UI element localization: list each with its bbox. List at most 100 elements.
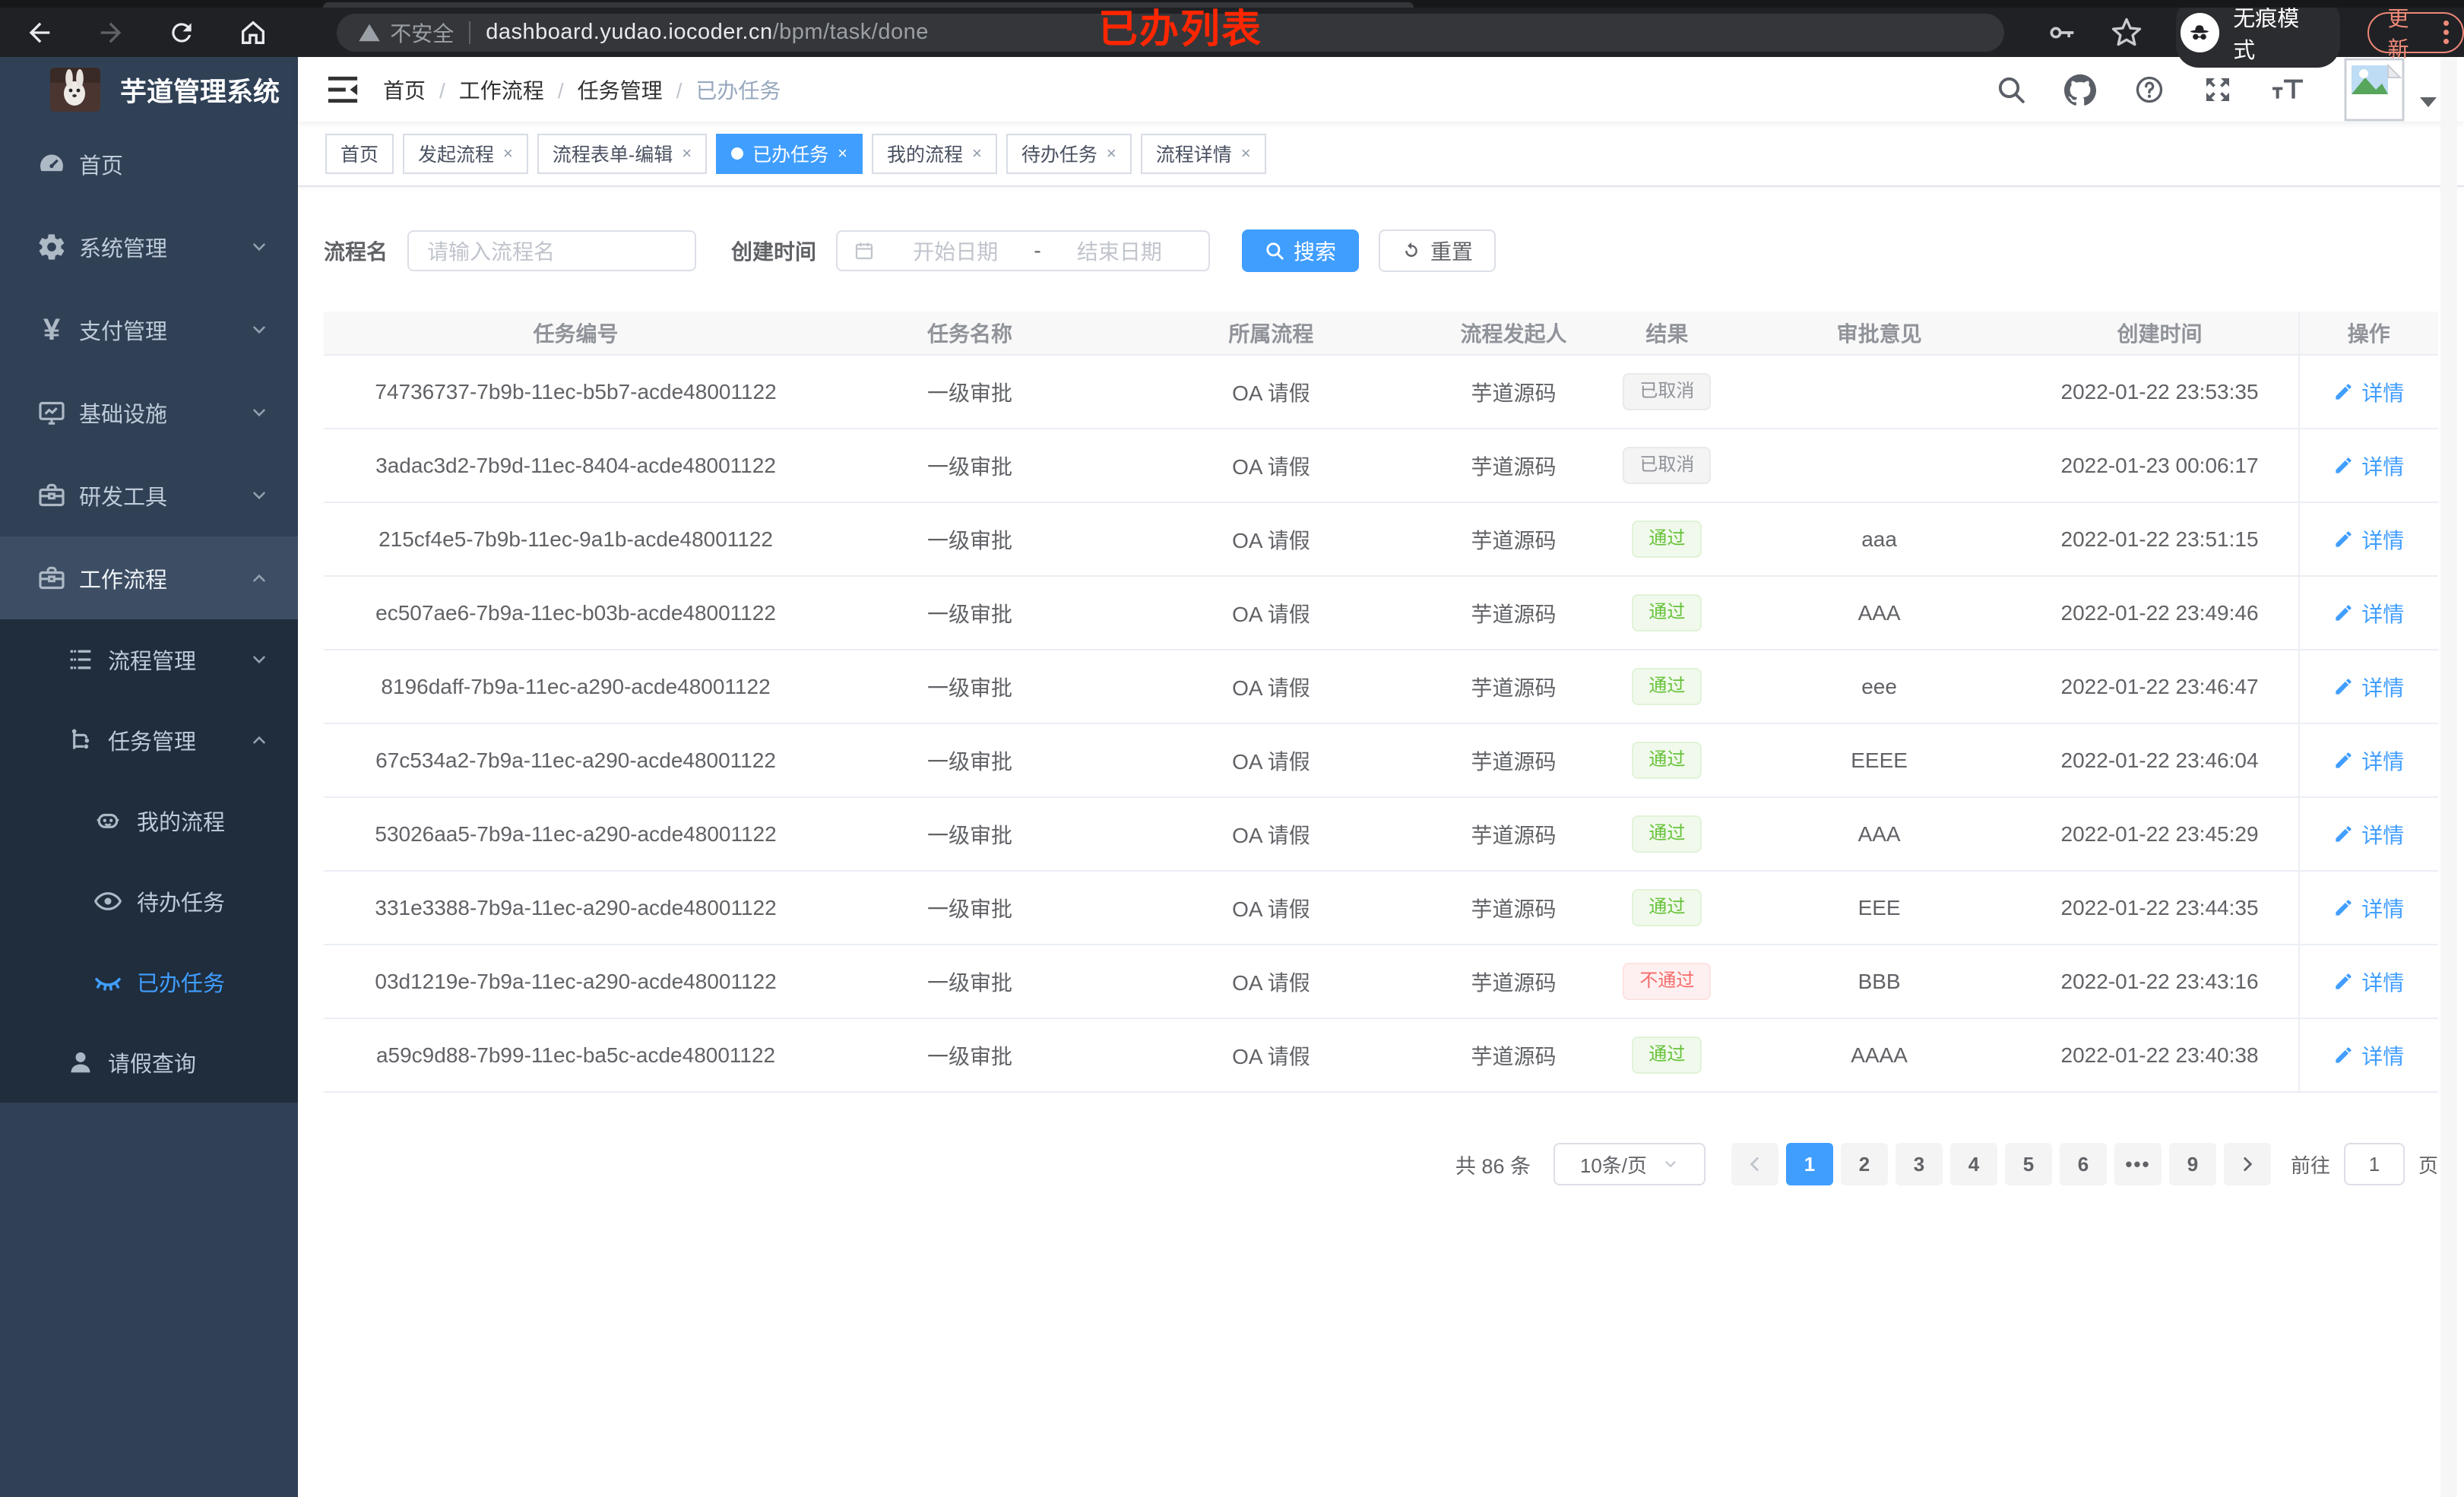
incognito-badge: 无痕模式 <box>2175 0 2341 68</box>
goto-page-input[interactable]: 1 <box>2343 1143 2405 1185</box>
update-button[interactable]: 更新 <box>2367 7 2464 61</box>
person-icon <box>65 1047 96 1078</box>
key-icon[interactable] <box>2047 17 2077 48</box>
result-badge: 已取消 <box>1623 373 1712 410</box>
detail-link[interactable]: 详情 <box>2333 524 2404 555</box>
sidebar-item-payment[interactable]: ¥ 支付管理 <box>0 288 298 371</box>
page-scrollbar[interactable] <box>2440 57 2457 1497</box>
sidebar-item-system[interactable]: 系统管理 <box>0 205 298 288</box>
breadcrumb-home[interactable]: 首页 <box>383 74 426 105</box>
table-body: 74736737-7b9b-11ec-b5b7-acde48001122 一级审… <box>324 356 2438 1093</box>
page-number-button[interactable]: 9 <box>2168 1143 2216 1185</box>
tab-home[interactable]: 首页 <box>325 133 394 174</box>
close-icon[interactable]: × <box>1241 145 1251 162</box>
detail-link[interactable]: 详情 <box>2333 967 2404 997</box>
update-label: 更新 <box>2387 6 2409 61</box>
cell-result: 通过 <box>1597 668 1737 705</box>
detail-link[interactable]: 详情 <box>2333 451 2404 481</box>
cell-result: 通过 <box>1597 1037 1737 1074</box>
font-size-icon[interactable] <box>2271 74 2304 105</box>
detail-link[interactable]: 详情 <box>2333 598 2404 628</box>
result-badge: 已取消 <box>1623 447 1712 484</box>
sidebar-item-my-process[interactable]: 我的流程 <box>0 780 298 861</box>
close-icon[interactable]: × <box>1107 145 1116 162</box>
address-separator <box>469 21 471 44</box>
tab-start-process[interactable]: 发起流程 × <box>403 133 528 174</box>
sidebar-item-task-mgmt[interactable]: 任务管理 <box>0 700 298 780</box>
detail-label: 详情 <box>2361 749 2405 774</box>
bookmark-star-icon[interactable] <box>2111 17 2143 49</box>
sidebar-item-process-mgmt[interactable]: 流程管理 <box>0 619 298 700</box>
sidebar-logo-row: 芋道管理系统 <box>0 57 298 122</box>
sidebar-item-done-tasks[interactable]: 已办任务 <box>0 942 298 1022</box>
browser-back-icon[interactable] <box>15 11 64 54</box>
avatar-dropdown-caret-icon[interactable] <box>2420 97 2437 107</box>
browser-menu-icon[interactable] <box>2443 21 2449 44</box>
browser-home-icon[interactable] <box>229 11 277 54</box>
sidebar-item-todo-tasks[interactable]: 待办任务 <box>0 861 298 942</box>
detail-link[interactable]: 详情 <box>2333 377 2404 407</box>
search-button[interactable]: 搜索 <box>1242 229 1360 272</box>
detail-link[interactable]: 详情 <box>2333 893 2404 923</box>
sidebar-item-devtools[interactable]: 研发工具 <box>0 454 298 536</box>
date-range-picker[interactable]: 开始日期 - 结束日期 <box>836 230 1211 271</box>
prev-page-button[interactable] <box>1731 1143 1778 1185</box>
col-result: 结果 <box>1645 322 1689 346</box>
page-number-button[interactable]: 2 <box>1840 1143 1888 1185</box>
tab-todo-tasks[interactable]: 待办任务 × <box>1006 133 1132 174</box>
next-page-button[interactable] <box>2223 1143 2271 1185</box>
cell-create-time: 2022-01-22 23:46:04 <box>2060 748 2259 772</box>
breadcrumb-workflow[interactable]: 工作流程 <box>426 74 544 105</box>
sidebar-collapse-icon[interactable] <box>325 74 360 106</box>
cell-starter: 芋道源码 <box>1471 454 1557 479</box>
tab-form-edit[interactable]: 流程表单-编辑 × <box>537 133 708 174</box>
github-icon[interactable] <box>2064 74 2096 106</box>
chevron-up-icon <box>249 730 269 750</box>
tab-process-detail[interactable]: 流程详情 × <box>1140 133 1266 174</box>
eye-closed-icon <box>93 967 123 997</box>
sidebar-item-workflow[interactable]: 工作流程 <box>0 536 298 619</box>
start-date-placeholder: 开始日期 <box>913 240 999 264</box>
page-number-button[interactable]: 5 <box>2004 1143 2052 1185</box>
tab-my-process[interactable]: 我的流程 × <box>871 133 997 174</box>
cell-task-name: 一级审批 <box>927 602 1013 626</box>
cell-create-time: 2022-01-22 23:46:47 <box>2060 674 2259 698</box>
page-number-button[interactable]: 1 <box>1785 1143 1833 1185</box>
close-icon[interactable]: × <box>838 145 847 162</box>
page-number-button[interactable]: ••• <box>2114 1143 2162 1185</box>
detail-link[interactable]: 详情 <box>2333 745 2404 776</box>
detail-link[interactable]: 详情 <box>2333 1040 2404 1071</box>
chevron-down-icon <box>249 650 269 669</box>
page-size-select[interactable]: 10条/页 <box>1553 1143 1705 1185</box>
detail-label: 详情 <box>2361 454 2405 479</box>
cell-process: OA 请假 <box>1232 749 1310 774</box>
close-icon[interactable]: × <box>972 145 982 162</box>
close-icon[interactable]: × <box>682 145 692 162</box>
page-number-button[interactable]: 3 <box>1895 1143 1943 1185</box>
page-number-button[interactable]: 6 <box>2059 1143 2107 1185</box>
cell-starter: 芋道源码 <box>1471 602 1557 626</box>
cell-starter: 芋道源码 <box>1471 676 1557 700</box>
cell-task-id: 67c534a2-7b9a-11ec-a290-acde48001122 <box>375 748 776 772</box>
goto-label: 前往 <box>2290 1154 2330 1177</box>
detail-link[interactable]: 详情 <box>2333 672 2404 702</box>
tab-done-tasks[interactable]: 已办任务 × <box>716 133 863 174</box>
sidebar-item-home[interactable]: 首页 <box>0 122 298 205</box>
breadcrumb-task-mgmt[interactable]: 任务管理 <box>544 74 663 105</box>
reset-button[interactable]: 重置 <box>1379 229 1496 272</box>
sidebar-item-infra[interactable]: 基础设施 <box>0 371 298 454</box>
detail-link[interactable]: 详情 <box>2333 819 2404 850</box>
process-name-input[interactable]: 请输入流程名 <box>407 230 697 271</box>
fullscreen-icon[interactable] <box>2203 74 2233 105</box>
cell-starter: 芋道源码 <box>1471 749 1557 774</box>
cell-actions: 详情 <box>2298 945 2438 1018</box>
pagination: 共 86 条 10条/页 1 2 3 4 5 6 ••• 9 前往 1 页 <box>324 1143 2438 1185</box>
sidebar-item-leave-query[interactable]: 请假查询 <box>0 1022 298 1103</box>
cell-actions: 详情 <box>2298 577 2438 649</box>
search-icon[interactable] <box>1996 74 2026 105</box>
browser-forward-icon[interactable] <box>87 11 135 54</box>
browser-reload-icon[interactable] <box>158 11 207 54</box>
page-number-button[interactable]: 4 <box>1949 1143 1997 1185</box>
close-icon[interactable]: × <box>503 145 513 162</box>
help-icon[interactable] <box>2134 74 2165 105</box>
